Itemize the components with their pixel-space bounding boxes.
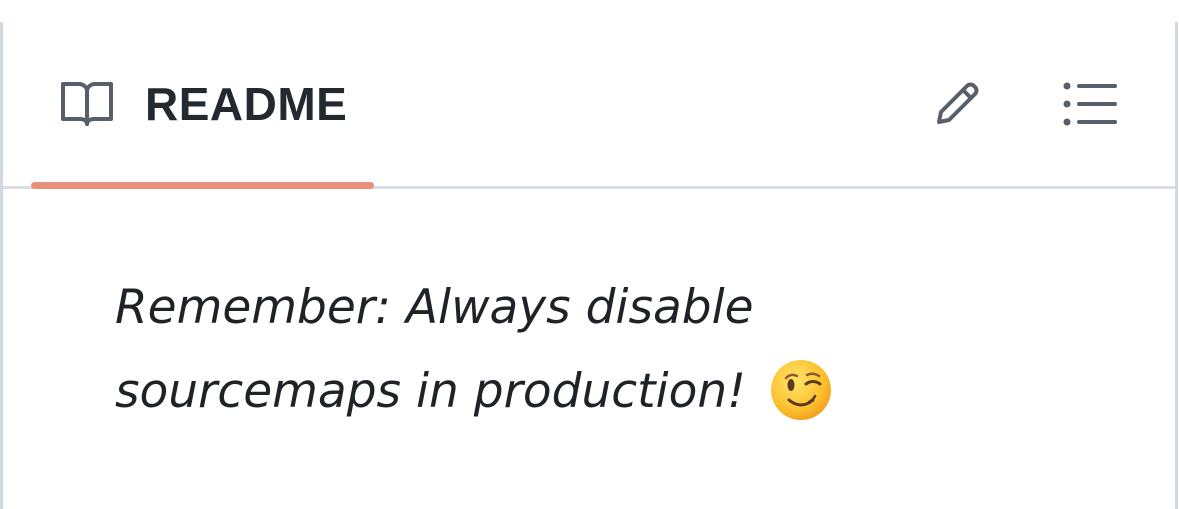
readme-panel: README Remember: Always disable sourcema… [0, 22, 1178, 509]
book-icon [61, 82, 113, 126]
readme-content: Remember: Always disable sourcemaps in p… [115, 266, 1015, 434]
tab-readme-label: README [145, 78, 348, 130]
readme-text-line-1: Remember: Always disable [115, 280, 754, 335]
tab-active-indicator [31, 182, 374, 189]
tab-readme[interactable]: README [31, 22, 374, 189]
winking-face-emoji [770, 359, 831, 420]
readme-text-line-2-wrap: sourcemaps in production! [115, 350, 1015, 434]
readme-text-line-2: sourcemaps in production! [115, 364, 746, 419]
edit-button[interactable] [925, 72, 989, 136]
list-icon [1063, 82, 1117, 126]
readme-header: README [3, 22, 1175, 189]
outline-button[interactable] [1057, 72, 1121, 136]
pencil-icon [937, 82, 979, 124]
